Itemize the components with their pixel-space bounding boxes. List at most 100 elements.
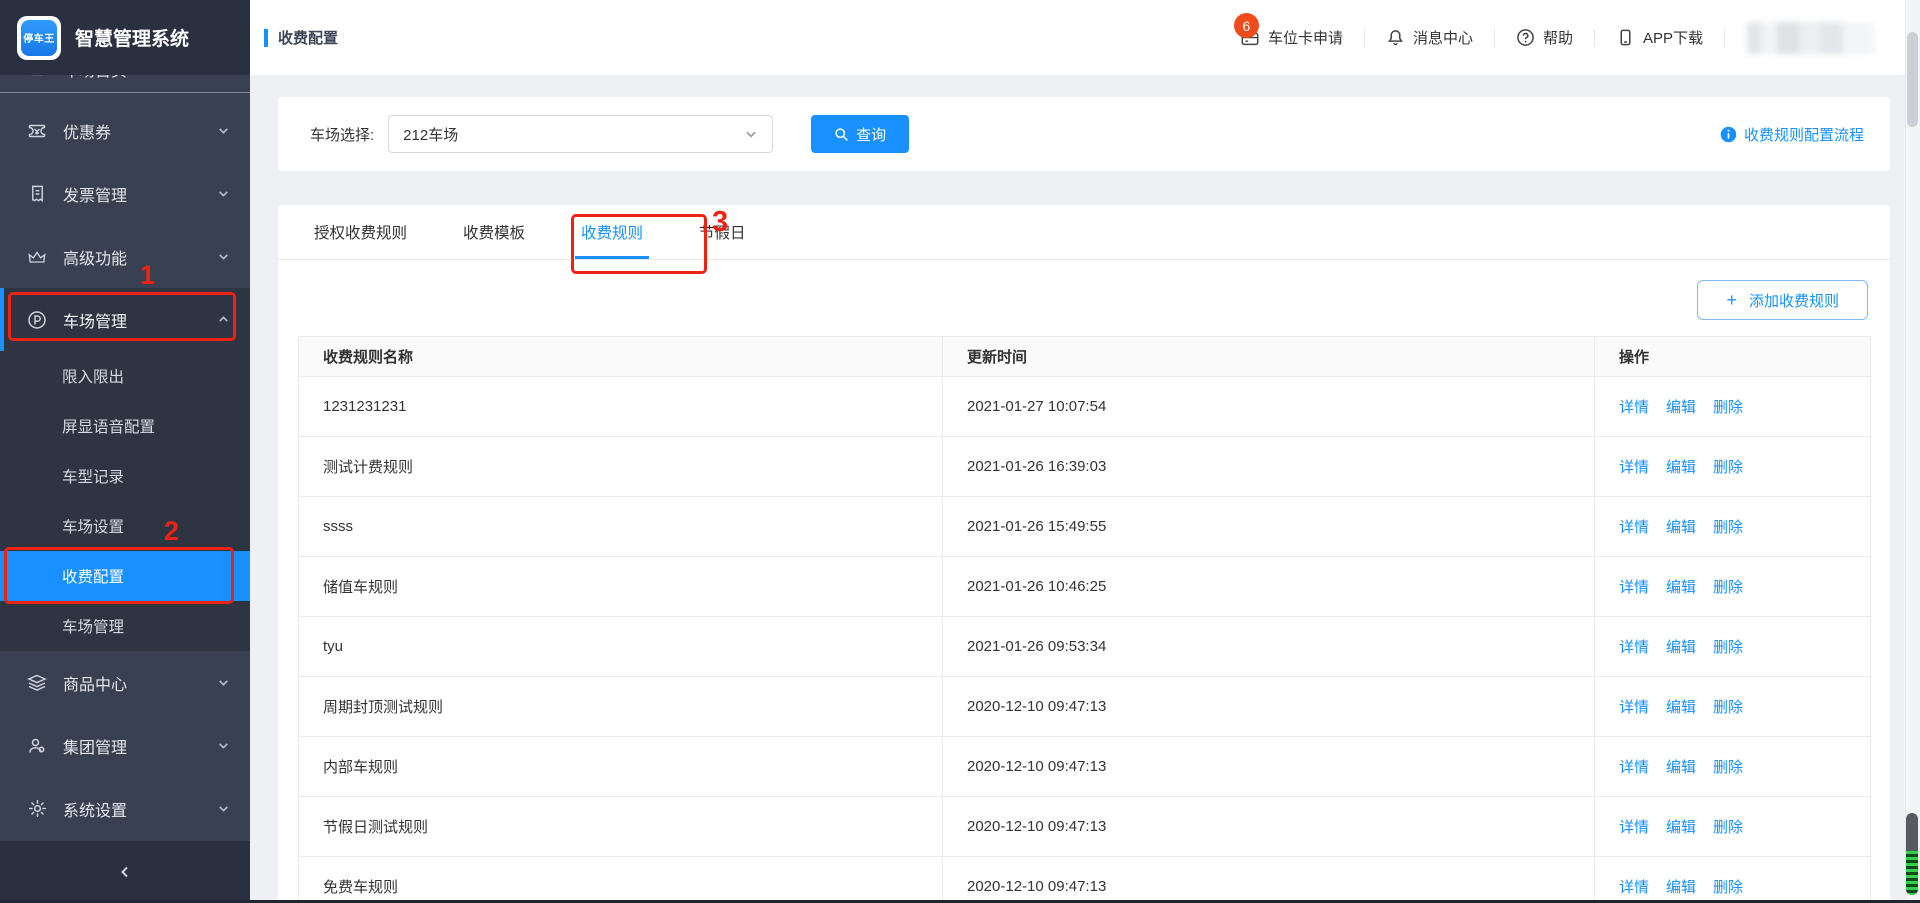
detail-link[interactable]: 详情	[1619, 399, 1649, 416]
sidebar-item-invoice[interactable]: 发票管理	[0, 162, 250, 225]
app-title: 智慧管理系统	[75, 29, 190, 50]
edit-link[interactable]: 编辑	[1666, 879, 1696, 896]
add-fee-rule-button[interactable]: + 添加收费规则	[1697, 280, 1868, 320]
sidebar-item-parking-settings[interactable]: 车场设置	[0, 501, 250, 551]
edit-link[interactable]: 编辑	[1666, 579, 1696, 596]
edit-link[interactable]: 编辑	[1666, 639, 1696, 656]
sidebar-item-coupon[interactable]: 优惠券	[0, 99, 250, 162]
fee-rule-config-flow-link[interactable]: 收费规则配置流程	[1720, 124, 1864, 145]
delete-link[interactable]: 删除	[1713, 519, 1743, 536]
logo-bar: 停车王 智慧管理系统	[0, 0, 250, 75]
question-circle-icon	[1516, 28, 1535, 47]
table-row: 1231231231 2021-01-27 10:07:54 详情 编辑 删除	[298, 376, 1871, 437]
tab-fee-templates[interactable]: 收费模板	[463, 205, 525, 259]
nav-parking-card-apply[interactable]: 6 车位卡申请	[1219, 13, 1364, 48]
park-select-label: 车场选择:	[310, 126, 375, 144]
divider	[1724, 28, 1725, 47]
page-scrollbar-track[interactable]	[1905, 0, 1920, 903]
bell-icon	[1386, 28, 1405, 47]
sidebar-item-system-settings[interactable]: 系统设置	[0, 777, 250, 840]
page-scrollbar-thumb[interactable]	[1907, 32, 1918, 127]
detail-link[interactable]: 详情	[1619, 879, 1649, 896]
sidebar-item-partial[interactable]: 车场首页	[0, 75, 250, 93]
column-header-rule-name: 收费规则名称	[298, 336, 943, 377]
edit-link[interactable]: 编辑	[1666, 759, 1696, 776]
column-header-updated: 更新时间	[942, 336, 1595, 377]
delete-link[interactable]: 删除	[1713, 879, 1743, 896]
delete-link[interactable]: 删除	[1713, 759, 1743, 776]
column-header-actions: 操作	[1594, 336, 1871, 377]
user-name-redacted	[1747, 21, 1875, 54]
chevron-down-icon	[217, 676, 230, 689]
sidebar-item-advanced[interactable]: 高级功能	[0, 225, 250, 288]
detail-link[interactable]: 详情	[1619, 819, 1649, 836]
detail-link[interactable]: 详情	[1619, 519, 1649, 536]
delete-link[interactable]: 删除	[1713, 639, 1743, 656]
sidebar-menu: 车场首页 优惠券 发票管理 高级功能	[0, 75, 250, 841]
search-button[interactable]: 查询	[811, 115, 910, 153]
sidebar-item-screen-voice-config[interactable]: 屏显语音配置	[0, 401, 250, 451]
main-area: 收费配置 6 车位卡申请 消息中心 帮助 APP下载 车场选择: 212车场 查…	[250, 0, 1920, 903]
park-select[interactable]: 212车场	[388, 115, 774, 153]
sidebar-item-group-management[interactable]: 集团管理	[0, 714, 250, 777]
table-row: ssss 2021-01-26 15:49:55 详情 编辑 删除	[298, 496, 1871, 557]
chevron-down-icon	[217, 187, 230, 200]
sidebar-item-fee-config[interactable]: 收费配置	[0, 551, 250, 601]
edit-link[interactable]: 编辑	[1666, 699, 1696, 716]
delete-link[interactable]: 删除	[1713, 579, 1743, 596]
coupon-icon	[26, 121, 48, 141]
edit-link[interactable]: 编辑	[1666, 399, 1696, 416]
detail-link[interactable]: 详情	[1619, 759, 1649, 776]
park-select-value: 212车场	[403, 126, 459, 144]
rule-name: 节假日测试规则	[298, 796, 943, 857]
scroll-indicator-pill	[1906, 813, 1918, 895]
nav-help[interactable]: 帮助	[1495, 27, 1594, 48]
table-row: 周期封顶测试规则 2020-12-10 09:47:13 详情 编辑 删除	[298, 676, 1871, 737]
detail-link[interactable]: 详情	[1619, 699, 1649, 716]
rule-updated: 2020-12-10 09:47:13	[942, 856, 1595, 903]
rule-updated: 2020-12-10 09:47:13	[942, 796, 1595, 857]
delete-link[interactable]: 删除	[1713, 699, 1743, 716]
fee-rules-table-wrap: 收费规则名称 更新时间 操作 1231231231 2021-01-27 10:…	[298, 336, 1871, 903]
delete-link[interactable]: 删除	[1713, 819, 1743, 836]
delete-link[interactable]: 删除	[1713, 459, 1743, 476]
page-title: 收费配置	[278, 30, 339, 47]
rule-updated: 2021-01-27 10:07:54	[942, 376, 1595, 437]
edit-link[interactable]: 编辑	[1666, 819, 1696, 836]
table-row: 节假日测试规则 2020-12-10 09:47:13 详情 编辑 删除	[298, 796, 1871, 857]
edit-link[interactable]: 编辑	[1666, 519, 1696, 536]
edit-link[interactable]: 编辑	[1666, 459, 1696, 476]
filter-card: 车场选择: 212车场 查询 收费规则配置流程	[278, 97, 1890, 171]
table-row: tyu 2021-01-26 09:53:34 详情 编辑 删除	[298, 616, 1871, 677]
phone-icon	[1616, 28, 1635, 47]
nav-app-download[interactable]: APP下载	[1595, 27, 1724, 48]
delete-link[interactable]: 删除	[1713, 399, 1743, 416]
app-logo: 停车王	[17, 15, 61, 60]
rule-updated: 2021-01-26 09:53:34	[942, 616, 1595, 677]
detail-link[interactable]: 详情	[1619, 639, 1649, 656]
nav-message-center[interactable]: 消息中心	[1365, 27, 1494, 48]
table-row: 测试计费规则 2021-01-26 16:39:03 详情 编辑 删除	[298, 436, 1871, 497]
sidebar-item-parking-management-sub[interactable]: 车场管理	[0, 601, 250, 651]
tab-authorized-fee-rules[interactable]: 授权收费规则	[314, 205, 407, 259]
collapse-left-icon	[118, 865, 132, 879]
chevron-down-icon	[217, 124, 230, 137]
tab-holidays[interactable]: 节假日	[699, 205, 746, 259]
rule-name: 1231231231	[298, 376, 943, 437]
sidebar-collapse-button[interactable]	[0, 841, 250, 903]
sidebar-item-goods-center[interactable]: 商品中心	[0, 651, 250, 714]
chevron-up-icon	[217, 313, 230, 326]
table-header-row: 收费规则名称 更新时间 操作	[298, 336, 1871, 377]
app-logo-text: 停车王	[21, 19, 57, 56]
sidebar-group-parking: 车场管理 限入限出 屏显语音配置 车型记录 车场设置 收费配置 车场管理	[0, 288, 250, 651]
rule-updated: 2021-01-26 15:49:55	[942, 496, 1595, 557]
detail-link[interactable]: 详情	[1619, 459, 1649, 476]
sidebar-item-entry-exit-limit[interactable]: 限入限出	[0, 351, 250, 401]
sidebar-item-vehicle-type-record[interactable]: 车型记录	[0, 451, 250, 501]
detail-link[interactable]: 详情	[1619, 579, 1649, 596]
notification-badge: 6	[1233, 13, 1259, 38]
tab-fee-rules[interactable]: 收费规则	[575, 205, 650, 259]
sidebar-item-parking-management[interactable]: 车场管理	[0, 288, 250, 351]
table-row: 储值车规则 2021-01-26 10:46:25 详情 编辑 删除	[298, 556, 1871, 617]
add-row: + 添加收费规则	[278, 260, 1890, 320]
